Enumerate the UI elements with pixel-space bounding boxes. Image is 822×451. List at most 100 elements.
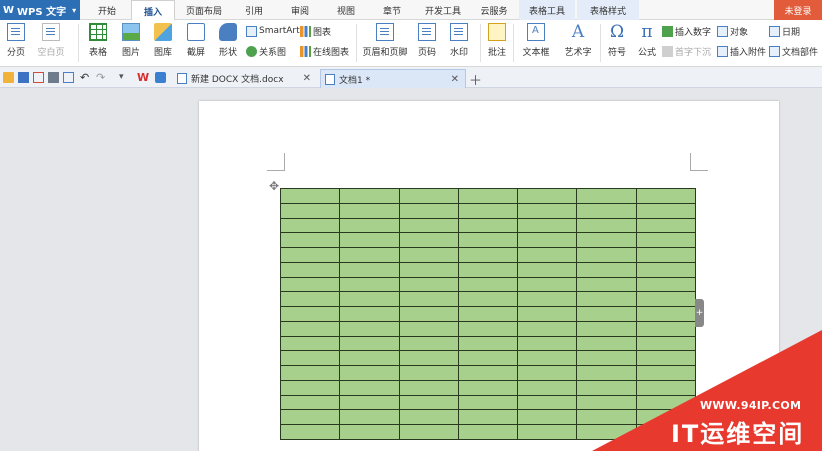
table-cell[interactable] <box>635 320 697 337</box>
textbox-button[interactable]: 文本框 <box>519 20 553 58</box>
table-cell[interactable] <box>457 306 519 322</box>
table-cell[interactable] <box>635 350 697 366</box>
date-button[interactable]: 日期 <box>769 24 800 38</box>
table-cell[interactable] <box>457 379 519 396</box>
table-cell[interactable] <box>517 217 578 234</box>
table-cell[interactable] <box>635 379 697 396</box>
screenshot-button[interactable]: 截屏 <box>183 20 209 58</box>
table-cell[interactable] <box>339 202 400 219</box>
table-cell[interactable] <box>457 335 519 352</box>
wps-logo-icon[interactable]: W <box>137 72 149 83</box>
table-cell[interactable] <box>398 188 459 204</box>
table-cell[interactable] <box>635 335 697 352</box>
table-cell[interactable] <box>457 188 519 204</box>
table-cell[interactable] <box>339 394 400 411</box>
table-cell[interactable] <box>576 306 637 322</box>
table-cell[interactable] <box>576 365 637 381</box>
table-cell[interactable] <box>457 409 519 425</box>
table-cell[interactable] <box>517 409 578 425</box>
table-cell[interactable] <box>279 291 341 307</box>
table-cell[interactable] <box>398 320 459 337</box>
table-cell[interactable] <box>517 202 578 219</box>
table-cell[interactable] <box>398 409 459 425</box>
table-cell[interactable] <box>635 394 697 411</box>
table-cell[interactable] <box>339 424 400 440</box>
undo-icon[interactable]: ↶ <box>80 72 91 83</box>
table-cell[interactable] <box>576 424 637 440</box>
table-cell[interactable] <box>457 202 519 219</box>
table-cell[interactable] <box>517 379 578 396</box>
table-cell[interactable] <box>339 365 400 381</box>
table-cell[interactable] <box>635 276 697 293</box>
table-cell[interactable] <box>398 232 459 248</box>
table-cell[interactable] <box>576 320 637 337</box>
table-cell[interactable] <box>576 232 637 248</box>
table-cell[interactable] <box>457 424 519 440</box>
table-cell[interactable] <box>517 335 578 352</box>
table-cell[interactable] <box>635 188 697 204</box>
table-cell[interactable] <box>635 365 697 381</box>
drop-cap-button[interactable]: 首字下沉 <box>662 44 711 58</box>
table-cell[interactable] <box>339 217 400 234</box>
table-cell[interactable] <box>398 365 459 381</box>
table-cell[interactable] <box>279 365 341 381</box>
table-cell[interactable] <box>279 232 341 248</box>
smartart-button[interactable]: SmartArt <box>246 24 300 38</box>
tab-table-style[interactable]: 表格样式 <box>577 0 639 20</box>
insert-attachment-button[interactable]: 插入附件 <box>717 44 766 58</box>
table-cell[interactable] <box>635 261 697 278</box>
tab-table-tools[interactable]: 表格工具 <box>519 0 575 20</box>
doc-parts-button[interactable]: 文档部件 <box>769 44 818 58</box>
table-cell[interactable] <box>398 394 459 411</box>
document-canvas[interactable]: ✥ + + <box>0 88 822 451</box>
table-cell[interactable] <box>279 202 341 219</box>
table-cell[interactable] <box>576 276 637 293</box>
table-cell[interactable] <box>279 276 341 293</box>
green-table[interactable] <box>279 188 697 440</box>
object-button[interactable]: 对象 <box>717 24 748 38</box>
table-cell[interactable] <box>635 291 697 307</box>
table-cell[interactable] <box>398 379 459 396</box>
table-cell[interactable] <box>339 276 400 293</box>
table-cell[interactable] <box>576 217 637 234</box>
table-cell[interactable] <box>339 350 400 366</box>
table-cell[interactable] <box>457 261 519 278</box>
open-folder-icon[interactable] <box>3 72 14 83</box>
table-cell[interactable] <box>279 320 341 337</box>
close-icon[interactable]: ✕ <box>303 73 311 84</box>
table-cell[interactable] <box>517 350 578 366</box>
table-cell[interactable] <box>339 261 400 278</box>
table-cell[interactable] <box>635 247 697 263</box>
table-cell[interactable] <box>576 350 637 366</box>
tab-review[interactable]: 审阅 <box>278 0 322 20</box>
comment-button[interactable]: 批注 <box>485 20 509 58</box>
table-cell[interactable] <box>398 261 459 278</box>
table-cell[interactable] <box>576 188 637 204</box>
table-cell[interactable] <box>635 217 697 234</box>
page-break-button[interactable]: 分页 <box>4 20 28 58</box>
tab-cloud[interactable]: 云服务 <box>472 0 516 20</box>
formula-button[interactable]: π 公式 <box>636 20 658 58</box>
table-button[interactable]: 表格 <box>85 20 111 58</box>
table-cell[interactable] <box>398 306 459 322</box>
document-page[interactable]: ✥ + + <box>199 101 779 451</box>
save-icon[interactable] <box>18 72 29 83</box>
app-menu-button[interactable]: W WPS 文字 ▾ <box>0 0 80 20</box>
table-cell[interactable] <box>398 247 459 263</box>
table-cell[interactable] <box>576 335 637 352</box>
table-cell[interactable] <box>339 291 400 307</box>
symbol-button[interactable]: Ω 符号 <box>605 20 629 58</box>
table-cell[interactable] <box>457 217 519 234</box>
table-cell[interactable] <box>279 394 341 411</box>
table-cell[interactable] <box>457 291 519 307</box>
print-icon[interactable] <box>48 72 59 83</box>
table-cell[interactable] <box>635 232 697 248</box>
table-cell[interactable] <box>517 232 578 248</box>
blank-page-button[interactable]: 空白页 <box>36 20 66 58</box>
table-cell[interactable] <box>398 217 459 234</box>
tab-home[interactable]: 开始 <box>85 0 129 20</box>
table-cell[interactable] <box>339 232 400 248</box>
table-cell[interactable] <box>279 306 341 322</box>
table-cell[interactable] <box>576 379 637 396</box>
table-cell[interactable] <box>517 291 578 307</box>
